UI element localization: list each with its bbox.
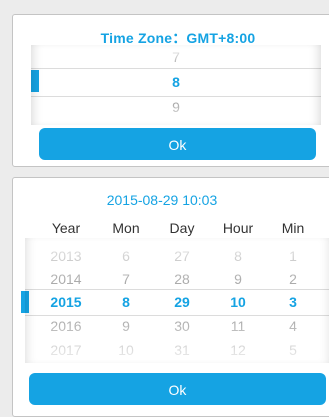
month-wheel-item[interactable]: 6 (106, 248, 146, 264)
timezone-ok-button[interactable]: Ok (39, 128, 316, 160)
column-header-month: Mon (112, 220, 140, 236)
hour-wheel-item-selected[interactable]: 10 (218, 294, 258, 310)
month-wheel-item-selected[interactable]: 8 (106, 294, 146, 310)
hour-wheel-item[interactable]: 9 (218, 271, 258, 287)
timezone-wheel-item[interactable]: 7 (31, 49, 321, 65)
minute-wheel-item-selected[interactable]: 3 (273, 294, 313, 310)
day-wheel-item[interactable]: 27 (162, 248, 202, 264)
minute-wheel-item[interactable]: 2 (273, 271, 313, 287)
day-wheel-item[interactable]: 30 (162, 318, 202, 334)
timezone-wheel-item-selected[interactable]: 8 (31, 74, 321, 90)
column-header-year: Year (51, 220, 81, 236)
day-wheel-item[interactable]: 31 (162, 342, 202, 358)
column-header-day: Day (169, 220, 195, 236)
timezone-wheel[interactable]: 7 8 9 (31, 45, 321, 125)
datetime-ok-button[interactable]: Ok (29, 373, 326, 405)
datetime-selection-marker (21, 291, 29, 313)
timezone-dialog: Time Zone：GMT+8:00 7 8 9 Ok (12, 14, 329, 167)
month-wheel-item[interactable]: 10 (106, 342, 146, 358)
minute-wheel-item[interactable]: 5 (273, 342, 313, 358)
column-header-minute: Min (281, 220, 305, 236)
day-wheel-item-selected[interactable]: 29 (162, 294, 202, 310)
day-wheel-item[interactable]: 28 (162, 271, 202, 287)
datetime-title: 2015-08-29 10:03 (106, 192, 218, 208)
year-wheel-item[interactable]: 2013 (46, 248, 86, 264)
hour-wheel-item[interactable]: 12 (218, 342, 258, 358)
minute-wheel-item[interactable]: 1 (273, 248, 313, 264)
month-wheel-item[interactable]: 9 (106, 318, 146, 334)
year-wheel-item-selected[interactable]: 2015 (46, 294, 86, 310)
column-header-hour: Hour (222, 220, 254, 236)
year-wheel-item[interactable]: 2014 (46, 271, 86, 287)
year-wheel-item[interactable]: 2016 (46, 318, 86, 334)
month-wheel-item[interactable]: 7 (106, 271, 146, 287)
datetime-dialog: 2015-08-29 10:03 Year Mon Day Hour Min 2… (12, 177, 329, 417)
timezone-wheel-item[interactable]: 9 (31, 99, 321, 115)
hour-wheel-item[interactable]: 11 (218, 318, 258, 334)
minute-wheel-item[interactable]: 4 (273, 318, 313, 334)
year-wheel-item[interactable]: 2017 (46, 342, 86, 358)
hour-wheel-item[interactable]: 8 (218, 248, 258, 264)
